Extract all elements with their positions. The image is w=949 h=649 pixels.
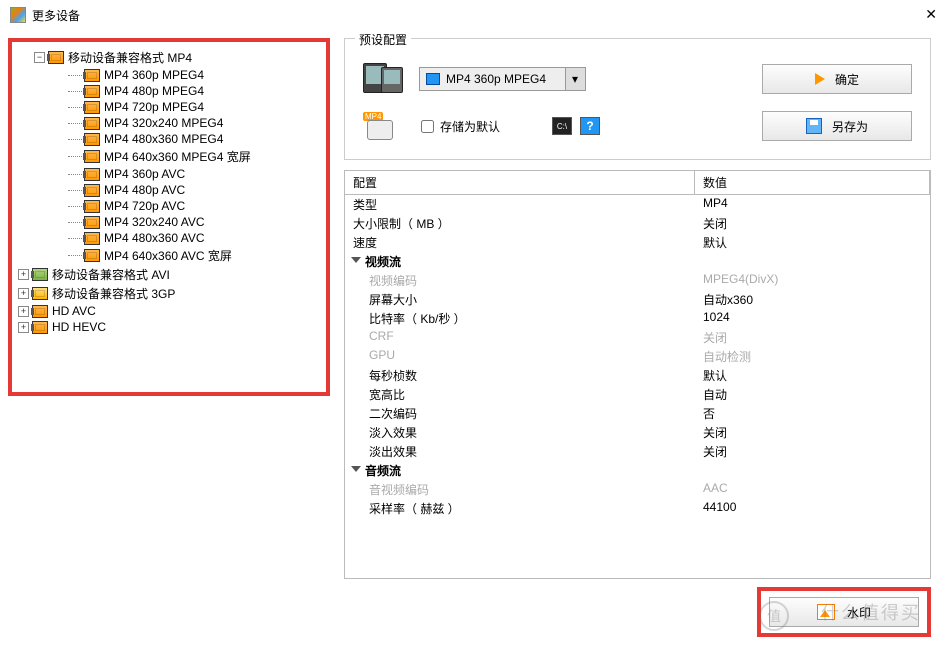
table-row[interactable]: 速度默认 bbox=[345, 233, 930, 252]
save-as-label: 另存为 bbox=[832, 118, 868, 135]
tree-node[interactable]: MP4 720p AVC bbox=[104, 199, 185, 213]
file-icon bbox=[84, 249, 100, 262]
table-row[interactable]: 屏幕大小自动x360 bbox=[345, 290, 930, 309]
save-default-checkbox[interactable] bbox=[421, 120, 434, 133]
expander-icon[interactable]: − bbox=[34, 52, 45, 63]
window-title: 更多设备 bbox=[32, 7, 80, 24]
close-icon[interactable]: ✕ bbox=[925, 6, 937, 23]
table-row[interactable]: 淡出效果关闭 bbox=[345, 442, 930, 461]
folder-icon bbox=[32, 305, 48, 318]
tree-node[interactable]: MP4 720p MPEG4 bbox=[104, 100, 204, 114]
file-icon bbox=[84, 232, 100, 245]
table-row[interactable]: GPU自动检测 bbox=[345, 347, 930, 366]
tree-node[interactable]: MP4 320x240 MPEG4 bbox=[104, 116, 223, 130]
preset-select[interactable]: MP4 360p MPEG4 ▾ bbox=[419, 67, 586, 91]
tree-node[interactable]: 移动设备兼容格式 AVI bbox=[52, 266, 170, 283]
expander-icon[interactable]: + bbox=[18, 322, 29, 333]
grid-header-config[interactable]: 配置 bbox=[345, 171, 695, 194]
floppy-icon bbox=[806, 118, 822, 134]
expander-icon[interactable]: + bbox=[18, 288, 29, 299]
tree-node[interactable]: HD AVC bbox=[52, 304, 96, 318]
table-row: 音频流 bbox=[345, 461, 930, 480]
file-icon bbox=[84, 133, 100, 146]
tree-node[interactable]: MP4 320x240 AVC bbox=[104, 215, 205, 229]
save-as-button[interactable]: 另存为 bbox=[762, 111, 912, 141]
table-row[interactable]: 每秒桢数默认 bbox=[345, 366, 930, 385]
expander-icon[interactable]: + bbox=[18, 306, 29, 317]
table-row[interactable]: 二次编码否 bbox=[345, 404, 930, 423]
preset-legend: 预设配置 bbox=[355, 31, 411, 48]
help-icon[interactable]: ? bbox=[580, 117, 600, 135]
table-row[interactable]: 类型MP4 bbox=[345, 195, 930, 214]
table-row[interactable]: 宽高比自动 bbox=[345, 385, 930, 404]
table-row[interactable]: 音视频编码AAC bbox=[345, 480, 930, 499]
table-row[interactable]: 比特率（ Kb/秒 ）1024 bbox=[345, 309, 930, 328]
tree-node[interactable]: MP4 480x360 AVC bbox=[104, 231, 205, 245]
tree-node[interactable]: MP4 360p AVC bbox=[104, 167, 185, 181]
app-icon bbox=[10, 7, 26, 23]
preset-selected-label: MP4 360p MPEG4 bbox=[446, 72, 546, 86]
ok-button[interactable]: 确定 bbox=[762, 64, 912, 94]
ok-button-label: 确定 bbox=[835, 71, 859, 88]
grid-header-value[interactable]: 数值 bbox=[695, 171, 930, 194]
file-icon bbox=[84, 117, 100, 130]
preset-group: 预设配置 MP4 360p MPEG4 ▾ 确定 MP4 bbox=[344, 38, 931, 160]
tree-node[interactable]: 移动设备兼容格式 3GP bbox=[52, 285, 175, 302]
file-icon bbox=[84, 150, 100, 163]
tree-node[interactable]: HD HEVC bbox=[52, 320, 106, 334]
devices-icon bbox=[363, 63, 407, 95]
table-row[interactable]: 视频编码MPEG4(DivX) bbox=[345, 271, 930, 290]
folder-icon bbox=[48, 51, 64, 64]
file-icon bbox=[84, 69, 100, 82]
table-row[interactable]: 采样率（ 赫兹 ）44100 bbox=[345, 499, 930, 518]
console-icon[interactable]: C:\ bbox=[552, 117, 572, 135]
expander-icon[interactable]: + bbox=[18, 269, 29, 280]
table-row[interactable]: CRF关闭 bbox=[345, 328, 930, 347]
file-icon bbox=[84, 85, 100, 98]
watermark-button[interactable]: 水印 bbox=[769, 597, 919, 627]
tree-node[interactable]: MP4 480p AVC bbox=[104, 183, 185, 197]
chevron-down-icon: ▾ bbox=[565, 68, 585, 90]
watermark-button-label: 水印 bbox=[847, 604, 871, 621]
tree-node[interactable]: MP4 640x360 AVC 宽屏 bbox=[104, 247, 232, 264]
table-row[interactable]: 大小限制（ MB ）关闭 bbox=[345, 214, 930, 233]
folder-icon bbox=[32, 321, 48, 334]
file-icon bbox=[84, 200, 100, 213]
tree-node[interactable]: MP4 640x360 MPEG4 宽屏 bbox=[104, 148, 251, 165]
config-grid: 配置 数值 类型MP4大小限制（ MB ）关闭速度默认视频流视频编码MPEG4(… bbox=[344, 170, 931, 579]
file-icon bbox=[84, 168, 100, 181]
film-icon bbox=[426, 73, 440, 85]
tree-node[interactable]: MP4 360p MPEG4 bbox=[104, 68, 204, 82]
format-tree: − 移动设备兼容格式 MP4 MP4 360p MPEG4 MP4 480p MPEG… bbox=[8, 38, 330, 396]
arrow-right-icon bbox=[815, 73, 825, 85]
picture-icon bbox=[817, 604, 835, 620]
mp4-badge-icon: MP4 bbox=[363, 112, 397, 140]
triangle-down-icon bbox=[351, 257, 361, 263]
save-default-label: 存储为默认 bbox=[440, 118, 500, 135]
tree-node[interactable]: 移动设备兼容格式 MP4 bbox=[68, 49, 192, 66]
folder-icon bbox=[32, 287, 48, 300]
triangle-down-icon bbox=[351, 466, 361, 472]
file-icon bbox=[84, 184, 100, 197]
folder-icon bbox=[32, 268, 48, 281]
file-icon bbox=[84, 216, 100, 229]
tree-node[interactable]: MP4 480p MPEG4 bbox=[104, 84, 204, 98]
table-row: 视频流 bbox=[345, 252, 930, 271]
file-icon bbox=[84, 101, 100, 114]
tree-node[interactable]: MP4 480x360 MPEG4 bbox=[104, 132, 223, 146]
table-row[interactable]: 淡入效果关闭 bbox=[345, 423, 930, 442]
